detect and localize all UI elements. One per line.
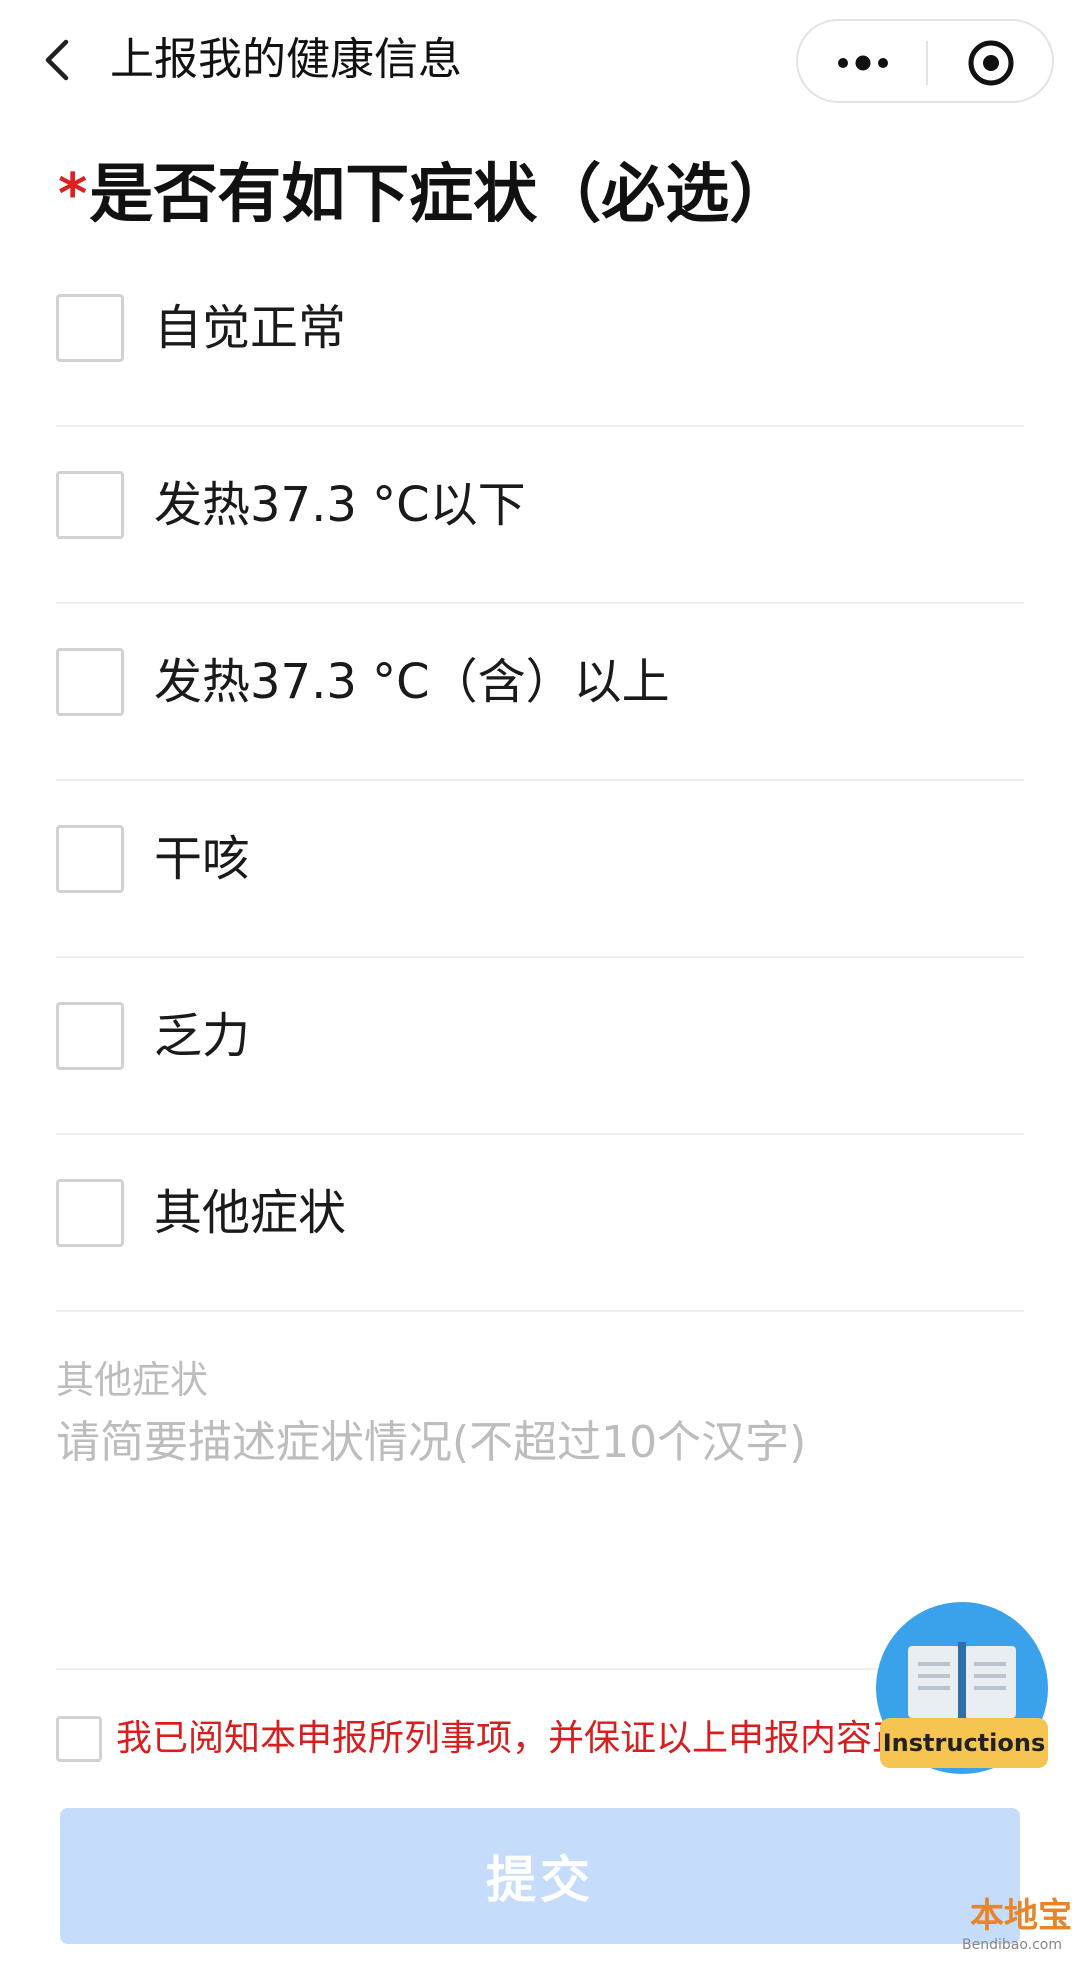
back-button[interactable]: [36, 30, 86, 90]
checkbox[interactable]: [56, 1002, 124, 1070]
option-normal[interactable]: 自觉正常: [56, 250, 1024, 427]
checkbox[interactable]: [56, 1179, 124, 1247]
option-label: 自觉正常: [154, 300, 347, 356]
checkbox[interactable]: [56, 825, 124, 893]
other-symptoms-label: 其他症状: [56, 1358, 209, 1402]
option-fever-above[interactable]: 发热37.3 °C（含）以上: [56, 604, 1024, 781]
target-close-icon: [968, 40, 1014, 86]
instructions-label[interactable]: Instructions: [880, 1718, 1048, 1768]
more-button[interactable]: [828, 41, 898, 85]
capsule-divider: [926, 41, 928, 85]
watermark-main: 本地宝: [970, 1896, 1072, 1936]
agreement-text: 我已阅知本申报所列事项，并保证以上申报内容正: [116, 1718, 896, 1759]
option-label: 乏力: [154, 1008, 251, 1064]
option-label: 发热37.3 °C（含）以上: [154, 654, 670, 710]
book-icon: [908, 1642, 1016, 1722]
chevron-left-icon: [45, 39, 69, 81]
option-other-symptoms[interactable]: 其他症状: [56, 1135, 1024, 1312]
question-text: 是否有如下症状（必选）: [89, 158, 794, 232]
required-mark: *: [58, 162, 88, 227]
checkbox[interactable]: [56, 648, 124, 716]
page-title: 上报我的健康信息: [110, 34, 462, 85]
watermark-logo: 本地宝 Bendibao.com: [948, 1896, 1072, 1956]
checkbox[interactable]: [56, 294, 124, 362]
option-label: 干咳: [154, 831, 251, 887]
option-label: 其他症状: [154, 1185, 347, 1241]
navigation-bar: 上报我的健康信息: [0, 0, 1080, 120]
option-label: 发热37.3 °C以下: [154, 477, 526, 533]
checkbox[interactable]: [56, 471, 124, 539]
option-fever-below[interactable]: 发热37.3 °C以下: [56, 427, 1024, 604]
more-dots-icon: [838, 55, 888, 71]
question-title: *是否有如下症状（必选）: [58, 150, 793, 240]
submit-button[interactable]: 提交: [60, 1808, 1020, 1944]
watermark-sub: Bendibao.com: [962, 1937, 1063, 1953]
close-miniprogram-button[interactable]: [956, 35, 1026, 91]
other-symptoms-section: 其他症状: [56, 1300, 1024, 1670]
agreement-checkbox[interactable]: [56, 1716, 102, 1762]
mini-program-capsule: [796, 19, 1054, 103]
option-dry-cough[interactable]: 干咳: [56, 781, 1024, 958]
option-fatigue[interactable]: 乏力: [56, 958, 1024, 1135]
other-symptoms-input[interactable]: [56, 1410, 1016, 1610]
